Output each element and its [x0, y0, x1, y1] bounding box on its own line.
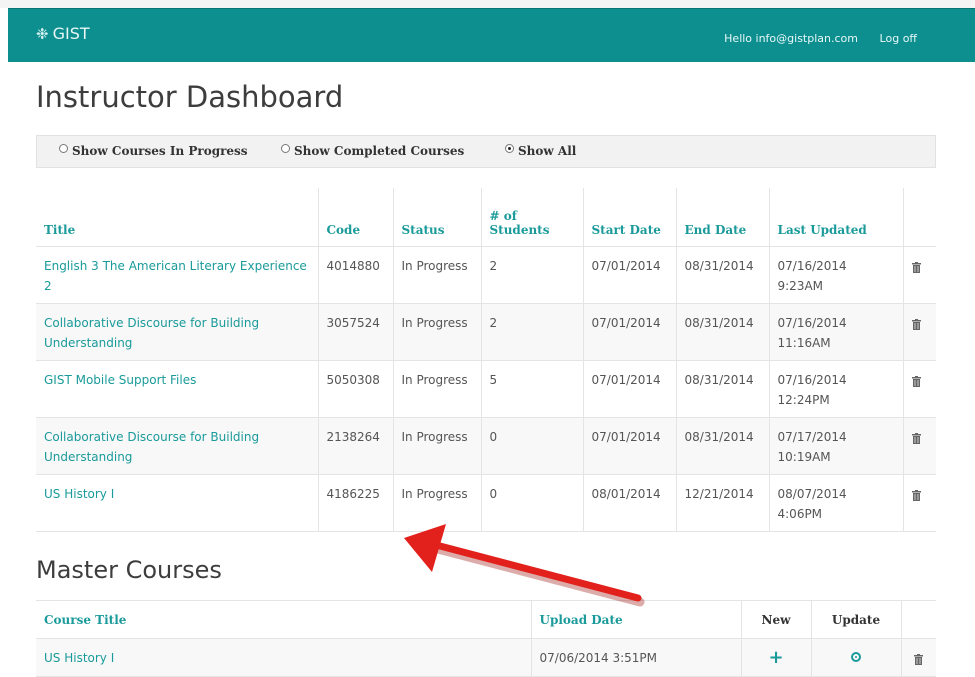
course-students: 2: [481, 246, 584, 304]
course-start: 07/01/2014: [583, 246, 677, 304]
user-greeting: Hello info@gistplan.com: [724, 32, 858, 45]
radio-completed[interactable]: [281, 143, 290, 153]
course-title-link[interactable]: GIST Mobile Support Files: [44, 373, 196, 387]
filter-completed-label: Show Completed Courses: [294, 144, 465, 158]
col-title[interactable]: Title: [36, 188, 319, 247]
course-title-link[interactable]: Collaborative Discourse for Building Und…: [44, 316, 259, 350]
top-strip: [0, 0, 975, 8]
col-update: Update: [811, 600, 902, 639]
filter-in-progress-label: Show Courses In Progress: [72, 144, 248, 158]
course-code: 4186225: [318, 474, 394, 532]
course-start: 08/01/2014: [583, 474, 677, 532]
radio-show-all[interactable]: [505, 143, 514, 153]
course-status: In Progress: [393, 303, 482, 361]
filter-show-all-label: Show All: [518, 144, 577, 158]
trash-icon[interactable]: [914, 653, 924, 665]
table-row: US History I 4186225 In Progress 0 08/01…: [36, 474, 936, 532]
course-students: 5: [481, 360, 584, 418]
master-header-row: Course Title Upload Date New Update: [36, 600, 936, 639]
col-course-title[interactable]: Course Title: [36, 600, 532, 639]
logo-text: GIST: [52, 24, 90, 43]
course-updated: 07/16/2014 11:16AM: [769, 303, 904, 361]
gist-logo-icon: ❉: [36, 24, 49, 43]
col-new: New: [741, 600, 812, 639]
course-start: 07/01/2014: [583, 417, 677, 475]
col-students[interactable]: # of Students: [481, 188, 584, 247]
filter-in-progress[interactable]: Show Courses In Progress: [59, 143, 248, 158]
trash-icon[interactable]: [911, 432, 921, 444]
course-status: In Progress: [393, 246, 482, 304]
table-row: Collaborative Discourse for Building Und…: [36, 303, 936, 361]
radio-in-progress[interactable]: [59, 143, 68, 153]
course-updated: 07/17/2014 10:19AM: [769, 417, 904, 475]
course-filter-bar: Show Courses In Progress Show Completed …: [36, 135, 936, 168]
table-row: US History I 07/06/2014 3:51PM +: [36, 638, 936, 677]
course-updated: 07/16/2014 12:24PM: [769, 360, 904, 418]
col-start-date[interactable]: Start Date: [583, 188, 677, 247]
course-status: In Progress: [393, 417, 482, 475]
master-course-title-link[interactable]: US History I: [44, 651, 114, 665]
course-start: 07/01/2014: [583, 303, 677, 361]
trash-icon[interactable]: [911, 375, 921, 387]
course-students: 2: [481, 303, 584, 361]
course-end: 08/31/2014: [676, 246, 770, 304]
course-end: 12/21/2014: [676, 474, 770, 532]
course-students: 0: [481, 417, 584, 475]
filter-show-all[interactable]: Show All: [505, 143, 577, 158]
courses-table: Title Code Status # of Students Start Da…: [36, 188, 936, 532]
master-upload-date: 07/06/2014 3:51PM: [531, 638, 742, 677]
course-status: In Progress: [393, 360, 482, 418]
course-end: 08/31/2014: [676, 417, 770, 475]
table-row: GIST Mobile Support Files 5050308 In Pro…: [36, 360, 936, 418]
course-status: In Progress: [393, 474, 482, 532]
page-title: Instructor Dashboard: [36, 80, 344, 114]
app-header: ❉ GIST Hello info@gistplan.com Log off: [8, 8, 975, 62]
course-end: 08/31/2014: [676, 303, 770, 361]
course-updated: 08/07/2014 4:06PM: [769, 474, 904, 532]
course-code: 5050308: [318, 360, 394, 418]
course-title-link[interactable]: US History I: [44, 487, 114, 501]
col-code[interactable]: Code: [318, 188, 394, 247]
course-title-link[interactable]: English 3 The American Literary Experien…: [44, 259, 307, 293]
master-courses-title: Master Courses: [36, 556, 222, 584]
logoff-link[interactable]: Log off: [880, 32, 917, 45]
course-end: 08/31/2014: [676, 360, 770, 418]
course-code: 3057524: [318, 303, 394, 361]
trash-icon[interactable]: [911, 489, 921, 501]
master-courses-table: Course Title Upload Date New Update US H…: [36, 600, 936, 677]
col-actions: [903, 188, 936, 247]
courses-header-row: Title Code Status # of Students Start Da…: [36, 188, 936, 247]
course-title-link[interactable]: Collaborative Discourse for Building Und…: [44, 430, 259, 464]
course-updated: 07/16/2014 9:23AM: [769, 246, 904, 304]
course-code: 4014880: [318, 246, 394, 304]
course-code: 2138264: [318, 417, 394, 475]
table-row: English 3 The American Literary Experien…: [36, 246, 936, 304]
plus-icon[interactable]: +: [768, 647, 783, 668]
filter-completed[interactable]: Show Completed Courses: [281, 143, 465, 158]
table-row: Collaborative Discourse for Building Und…: [36, 417, 936, 475]
col-upload-date[interactable]: Upload Date: [531, 600, 742, 639]
col-status[interactable]: Status: [393, 188, 482, 247]
col-last-updated[interactable]: Last Updated: [769, 188, 904, 247]
col-master-actions: [901, 600, 936, 639]
col-end-date[interactable]: End Date: [676, 188, 770, 247]
trash-icon[interactable]: [911, 318, 921, 330]
course-students: 0: [481, 474, 584, 532]
circle-dot-icon[interactable]: [851, 651, 861, 662]
gist-logo[interactable]: ❉ GIST: [36, 24, 90, 43]
course-start: 07/01/2014: [583, 360, 677, 418]
trash-icon[interactable]: [911, 261, 921, 273]
